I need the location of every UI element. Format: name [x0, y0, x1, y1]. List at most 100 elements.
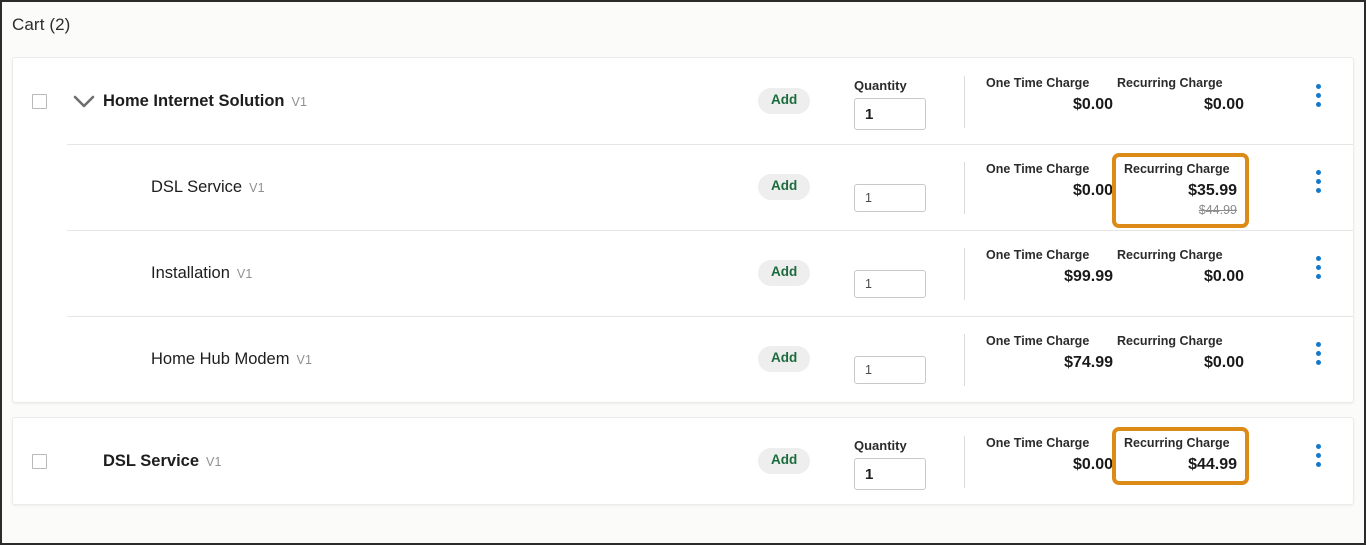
- one-time-charge-value: $0.00: [1072, 182, 1113, 199]
- more-options-icon[interactable]: [1314, 442, 1323, 469]
- recurring-charge-column: Recurring Charge $0.00: [1115, 76, 1246, 114]
- charges-section: One Time Charge $74.99 Recurring Charge $0.…: [965, 316, 1246, 372]
- expand-cell: [65, 95, 103, 109]
- recurring-charge-original-value: $44.99: [1198, 203, 1237, 217]
- one-time-charge-column: One Time Charge $74.99: [984, 334, 1115, 372]
- cart-item-row-parent: DSL Service V1 Add Quantity One Time Charge $…: [13, 418, 1353, 504]
- one-time-charge-column: One Time Charge $0.00: [984, 436, 1115, 474]
- recurring-charge-value: $35.99: [1188, 182, 1237, 199]
- quantity-input[interactable]: [854, 270, 926, 298]
- item-version: V1: [291, 95, 308, 109]
- recurring-charge-value: $0.00: [1203, 96, 1244, 113]
- more-options-icon[interactable]: [1314, 340, 1323, 367]
- item-name-cell: Installation V1: [103, 264, 253, 283]
- one-time-charge-label: One Time Charge: [986, 162, 1090, 176]
- row-actions-cell: [1246, 316, 1345, 367]
- row-left-section: Home Hub Modem V1: [13, 316, 758, 369]
- add-button[interactable]: Add: [758, 260, 811, 286]
- cart-card: DSL Service V1 Add Quantity One Time Charge $…: [12, 417, 1354, 505]
- add-cell: Add: [758, 58, 854, 114]
- item-name: Installation: [151, 264, 230, 282]
- add-button[interactable]: Add: [758, 174, 811, 200]
- row-actions-cell: [1249, 144, 1345, 195]
- one-time-charge-label: One Time Charge: [986, 248, 1090, 262]
- cart-card: Home Internet Solution V1 Add Quantity One T…: [12, 57, 1354, 403]
- row-left-section: DSL Service V1: [13, 418, 758, 471]
- checkbox-cell: [13, 454, 65, 469]
- recurring-charge-label: Recurring Charge: [1117, 76, 1223, 90]
- chevron-down-icon[interactable]: [73, 95, 95, 109]
- item-version: V1: [249, 181, 265, 195]
- one-time-charge-label: One Time Charge: [986, 436, 1090, 450]
- item-name-cell: DSL Service V1: [103, 178, 265, 197]
- item-select-checkbox[interactable]: [31, 454, 47, 469]
- recurring-charge-label: Recurring Charge: [1124, 162, 1230, 176]
- recurring-charge-label: Recurring Charge: [1117, 334, 1223, 348]
- one-time-charge-column: One Time Charge $0.00: [984, 76, 1115, 114]
- cart-item-row-parent: Home Internet Solution V1 Add Quantity One T…: [13, 58, 1353, 144]
- more-options-icon[interactable]: [1314, 254, 1323, 281]
- charges-section: One Time Charge $0.00 Recurring Charge $44.…: [965, 418, 1249, 485]
- recurring-charge-value: $0.00: [1203, 354, 1244, 371]
- item-version: V1: [206, 455, 222, 469]
- add-cell: Add: [758, 144, 854, 200]
- item-select-checkbox[interactable]: [31, 94, 47, 109]
- one-time-charge-column: One Time Charge $0.00: [984, 162, 1115, 200]
- item-version: V1: [236, 267, 253, 281]
- item-name: Home Internet Solution: [103, 92, 285, 110]
- one-time-charge-value: $99.99: [1064, 268, 1113, 285]
- charges-section: One Time Charge $0.00 Recurring Charge $35.…: [965, 144, 1249, 228]
- cart-item-row-child: Home Hub Modem V1 Add One Time Charge $74.99…: [13, 316, 1353, 402]
- row-left-section: Installation V1: [13, 230, 758, 283]
- cart-item-row-child: Installation V1 Add One Time Charge $99.99 Re…: [13, 230, 1353, 316]
- row-left-section: Home Internet Solution V1: [13, 58, 758, 111]
- recurring-charge-column: Recurring Charge $0.00: [1115, 334, 1246, 372]
- quantity-input[interactable]: [854, 458, 926, 490]
- recurring-charge-label: Recurring Charge: [1117, 248, 1223, 262]
- recurring-charge-label: Recurring Charge: [1124, 436, 1230, 450]
- quantity-cell: [854, 230, 964, 298]
- add-button[interactable]: Add: [758, 88, 811, 114]
- item-name-cell: Home Hub Modem V1: [103, 350, 312, 369]
- item-name: DSL Service: [151, 178, 243, 196]
- more-options-icon[interactable]: [1314, 168, 1323, 195]
- one-time-charge-value: $74.99: [1064, 354, 1113, 371]
- charges-section: One Time Charge $0.00 Recurring Charge $0.0…: [965, 58, 1246, 114]
- cart-item-row-child: DSL ServiceV1AddOne Time Charge$0.00Recu…: [13, 144, 1353, 230]
- more-options-icon[interactable]: [1314, 82, 1323, 109]
- cart-card-list: Home Internet Solution V1 Add Quantity One T…: [2, 48, 1364, 505]
- quantity-label: Quantity: [854, 438, 907, 453]
- item-name-cell: Home Internet Solution V1: [103, 92, 307, 111]
- one-time-charge-column: One Time Charge $99.99: [984, 248, 1115, 286]
- recurring-charge-column-highlighted: Recurring Charge $35.99 $44.99: [1112, 153, 1249, 228]
- row-left-section: DSL Service V1: [13, 144, 758, 197]
- one-time-charge-label: One Time Charge: [986, 76, 1090, 90]
- add-cell: Add: [758, 418, 854, 474]
- page-title: Cart (2): [12, 15, 71, 34]
- one-time-charge-label: One Time Charge: [986, 334, 1090, 348]
- quantity-input[interactable]: [854, 184, 926, 212]
- row-actions-cell: [1246, 230, 1345, 281]
- quantity-cell: [854, 144, 964, 212]
- quantity-input[interactable]: [854, 98, 926, 130]
- item-version: V1: [296, 353, 313, 367]
- recurring-charge-value: $44.99: [1188, 456, 1237, 473]
- item-name: DSL Service: [103, 452, 200, 470]
- add-cell: Add: [758, 230, 854, 286]
- add-button[interactable]: Add: [758, 346, 811, 372]
- quantity-cell: Quantity: [854, 58, 964, 130]
- one-time-charge-value: $0.00: [1072, 456, 1113, 473]
- quantity-label: Quantity: [854, 78, 907, 93]
- add-button[interactable]: Add: [758, 448, 811, 474]
- add-cell: Add: [758, 316, 854, 372]
- row-actions-cell: [1249, 418, 1345, 469]
- item-name-cell: DSL Service V1: [103, 452, 222, 471]
- quantity-cell: Quantity: [854, 418, 964, 490]
- quantity-input[interactable]: [854, 356, 926, 384]
- one-time-charge-value: $0.00: [1072, 96, 1113, 113]
- row-actions-cell: [1246, 58, 1345, 109]
- item-name: Home Hub Modem: [151, 350, 290, 368]
- checkbox-cell: [13, 94, 65, 109]
- recurring-charge-column-highlighted: Recurring Charge $44.99: [1112, 427, 1249, 485]
- cart-page: Cart (2) Home Internet Solution V1 Add Quan…: [2, 2, 1364, 543]
